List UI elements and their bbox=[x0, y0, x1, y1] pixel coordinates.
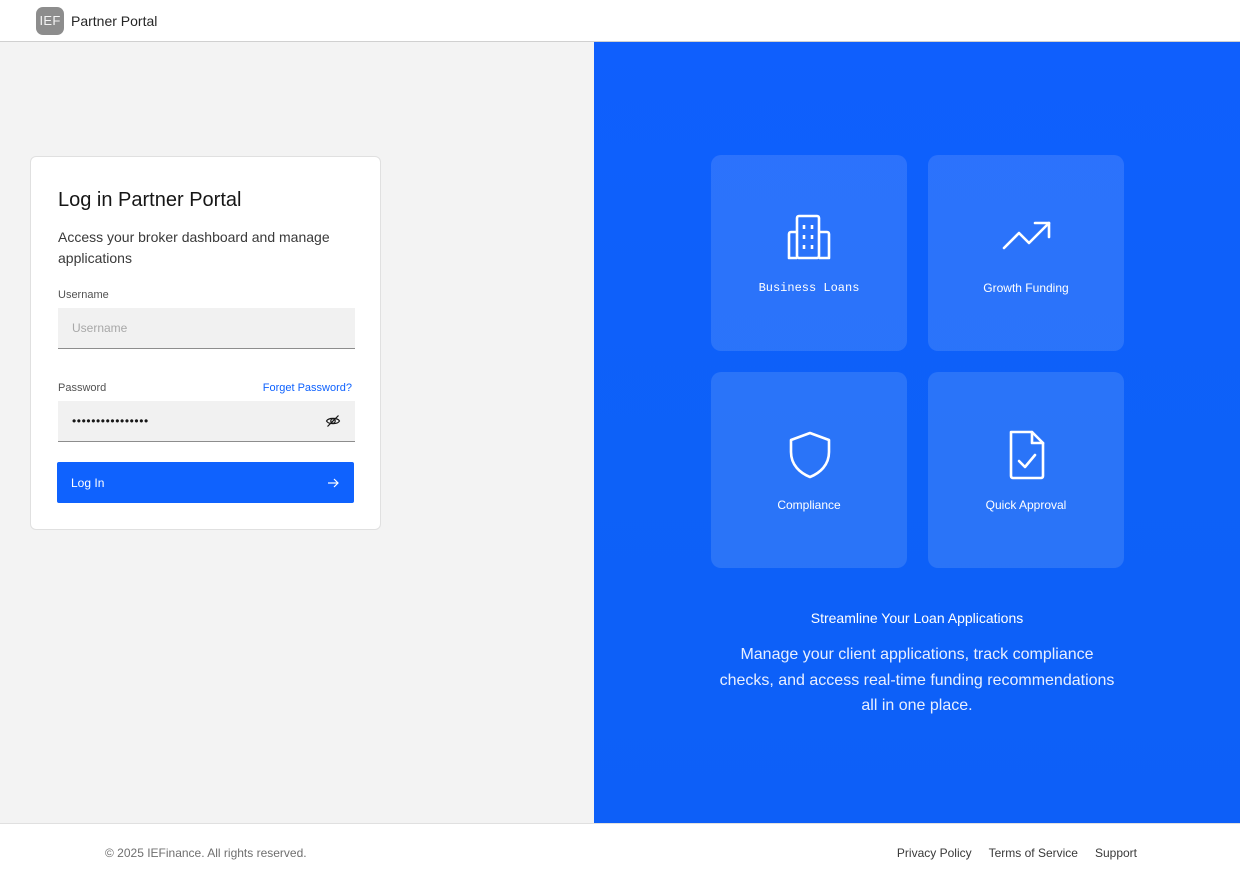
footer-links: Privacy Policy Terms of Service Support bbox=[897, 846, 1137, 860]
eye-off-icon[interactable] bbox=[325, 413, 341, 429]
password-masked-value: •••••••••••••••• bbox=[72, 414, 149, 428]
terms-of-service-link[interactable]: Terms of Service bbox=[989, 846, 1078, 860]
login-button[interactable]: Log In bbox=[57, 462, 354, 503]
promo-panel: Business Loans Growth Funding Compliance… bbox=[594, 42, 1240, 823]
login-button-label: Log In bbox=[71, 475, 105, 490]
trending-up-icon bbox=[1002, 221, 1051, 250]
arrow-right-icon bbox=[328, 478, 339, 487]
document-check-icon bbox=[1009, 430, 1045, 480]
feature-label: Growth Funding bbox=[983, 281, 1069, 295]
brand-name: Partner Portal bbox=[71, 12, 158, 29]
promo-headline: Streamline Your Loan Applications bbox=[810, 610, 1024, 626]
feature-label: Business Loans bbox=[758, 281, 860, 295]
brand-logo[interactable]: IEF bbox=[36, 6, 64, 35]
top-header: IEF Partner Portal bbox=[0, 0, 1240, 42]
feature-tile-business-loans: Business Loans bbox=[711, 155, 907, 351]
privacy-policy-link[interactable]: Privacy Policy bbox=[897, 846, 972, 860]
feature-tile-compliance: Compliance bbox=[711, 372, 907, 568]
feature-label: Compliance bbox=[777, 498, 841, 512]
building-icon bbox=[787, 214, 831, 260]
username-field-wrapper bbox=[58, 308, 355, 349]
login-section: Log in Partner Portal Access your broker… bbox=[0, 42, 594, 823]
feature-tile-quick-approval: Quick Approval bbox=[928, 372, 1124, 568]
feature-tile-growth-funding: Growth Funding bbox=[928, 155, 1124, 351]
password-label: Password bbox=[58, 382, 107, 394]
username-input[interactable] bbox=[58, 308, 355, 348]
login-subtitle: Access your broker dashboard and manage … bbox=[58, 229, 330, 266]
shield-icon bbox=[789, 431, 831, 479]
login-card: Log in Partner Portal Access your broker… bbox=[30, 156, 381, 530]
page-footer: © 2025 IEFinance. All rights reserved. P… bbox=[0, 823, 1240, 882]
copyright-text: © 2025 IEFinance. All rights reserved. bbox=[105, 846, 307, 860]
feature-label: Quick Approval bbox=[985, 498, 1067, 512]
forgot-password-link[interactable]: Forget Password? bbox=[263, 382, 352, 394]
promo-body: Manage your client applications, track c… bbox=[719, 646, 1115, 714]
password-input[interactable]: •••••••••••••••• bbox=[58, 401, 355, 442]
login-title: Log in Partner Portal bbox=[58, 189, 242, 211]
support-link[interactable]: Support bbox=[1095, 846, 1137, 860]
username-label: Username bbox=[58, 289, 109, 301]
